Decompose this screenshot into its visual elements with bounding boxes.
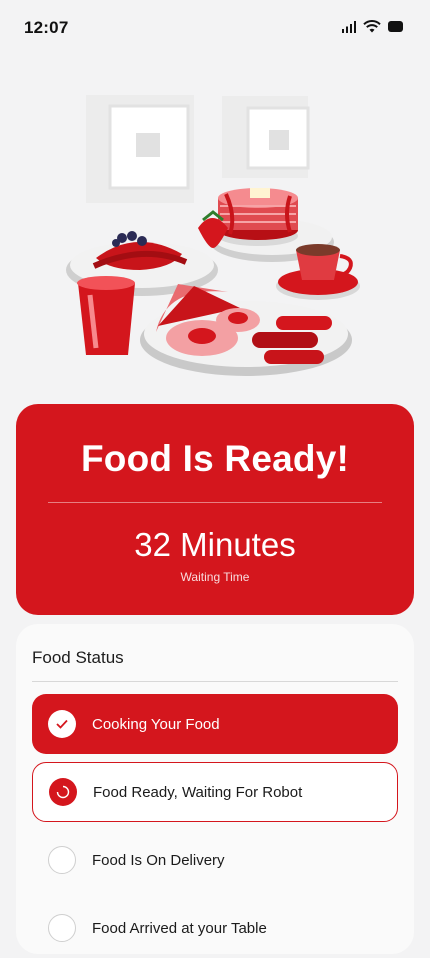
signal-icon (342, 20, 356, 33)
ready-title: Food Is Ready! (81, 438, 349, 479)
divider (32, 681, 398, 682)
status-step-label: Food Is On Delivery (92, 851, 225, 869)
food-status-panel: Food Status Cooking Your Food Food Ready… (16, 624, 414, 954)
food-ready-card: Food Is Ready! 32 Minutes Waiting Time (16, 404, 414, 615)
status-step-on-delivery[interactable]: Food Is On Delivery (32, 830, 398, 890)
empty-circle-icon (48, 846, 76, 874)
status-step-label: Food Arrived at your Table (92, 919, 267, 937)
status-icons (342, 20, 404, 33)
check-icon (48, 710, 76, 738)
empty-circle-icon (48, 914, 76, 942)
status-step-label: Food Ready, Waiting For Robot (93, 783, 303, 801)
divider (48, 502, 382, 503)
status-bar: 12:07 (0, 0, 430, 56)
in-progress-icon (49, 778, 77, 806)
status-step-arrived[interactable]: Food Arrived at your Table (32, 898, 398, 958)
breakfast-illustration (66, 95, 360, 376)
status-time: 12:07 (24, 18, 69, 37)
food-status-title: Food Status (32, 648, 124, 667)
waiting-minutes: 32 Minutes (134, 526, 296, 563)
status-step-waiting-robot[interactable]: Food Ready, Waiting For Robot (32, 762, 398, 822)
wifi-icon (363, 20, 381, 33)
waiting-time-caption: Waiting Time (180, 570, 250, 584)
battery-icon (388, 21, 403, 32)
status-step-label: Cooking Your Food (92, 715, 220, 733)
status-step-cooking[interactable]: Cooking Your Food (32, 694, 398, 754)
